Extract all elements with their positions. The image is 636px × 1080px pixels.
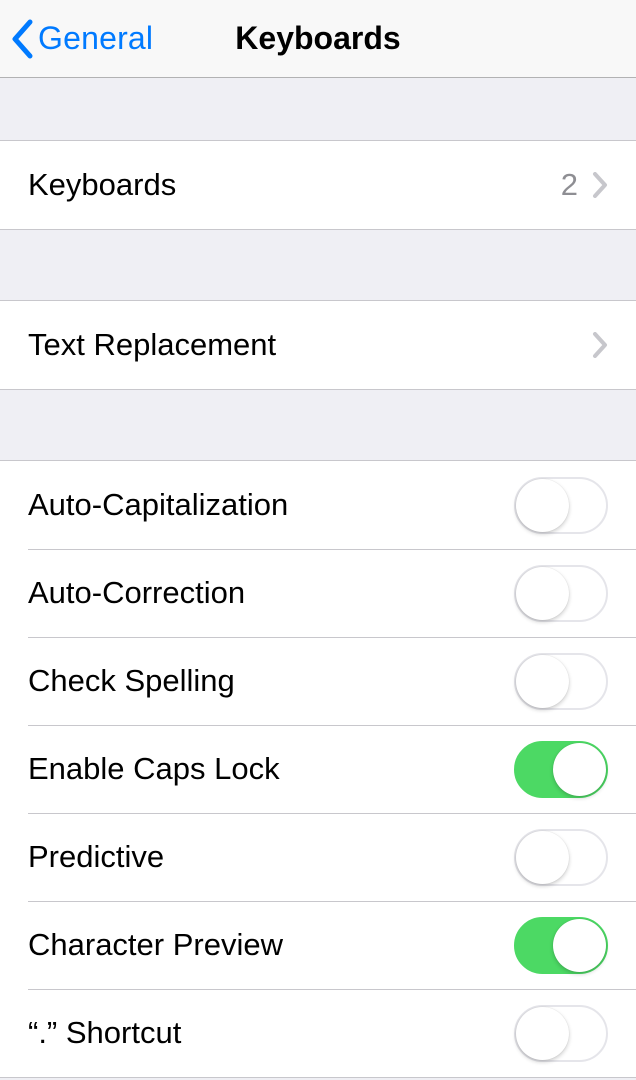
character-preview-switch[interactable] (514, 917, 608, 974)
switch-knob (516, 831, 569, 884)
navbar: General Keyboards (0, 0, 636, 78)
keyboards-count: 2 (561, 167, 578, 203)
switch-knob (553, 919, 606, 972)
enable-caps-lock-row: Enable Caps Lock (0, 725, 636, 813)
character-preview-row: Character Preview (0, 901, 636, 989)
character-preview-label: Character Preview (28, 927, 514, 963)
auto-capitalization-label: Auto-Capitalization (28, 487, 514, 523)
chevron-right-icon (592, 172, 608, 198)
switch-knob (553, 743, 606, 796)
check-spelling-row: Check Spelling (0, 637, 636, 725)
switch-knob (516, 655, 569, 708)
keyboards-group: Keyboards 2 (0, 140, 636, 230)
period-shortcut-row: “.” Shortcut (0, 989, 636, 1077)
check-spelling-switch[interactable] (514, 653, 608, 710)
text-replacement-row[interactable]: Text Replacement (0, 301, 636, 389)
check-spelling-label: Check Spelling (28, 663, 514, 699)
auto-correction-switch[interactable] (514, 565, 608, 622)
predictive-label: Predictive (28, 839, 514, 875)
auto-correction-row: Auto-Correction (0, 549, 636, 637)
keyboards-row[interactable]: Keyboards 2 (0, 141, 636, 229)
auto-correction-label: Auto-Correction (28, 575, 514, 611)
switch-knob (516, 1007, 569, 1060)
predictive-row: Predictive (0, 813, 636, 901)
predictive-switch[interactable] (514, 829, 608, 886)
enable-caps-lock-switch[interactable] (514, 741, 608, 798)
keyboards-label: Keyboards (28, 167, 561, 203)
auto-capitalization-switch[interactable] (514, 477, 608, 534)
auto-capitalization-row: Auto-Capitalization (0, 461, 636, 549)
period-shortcut-switch[interactable] (514, 1005, 608, 1062)
switch-knob (516, 567, 569, 620)
chevron-left-icon (10, 19, 34, 59)
enable-caps-lock-label: Enable Caps Lock (28, 751, 514, 787)
back-button[interactable]: General (0, 19, 153, 59)
period-shortcut-label: “.” Shortcut (28, 1015, 514, 1051)
typing-settings-group: Auto-Capitalization Auto-Correction Chec… (0, 460, 636, 1078)
text-replacement-label: Text Replacement (28, 327, 592, 363)
chevron-right-icon (592, 332, 608, 358)
text-replacement-group: Text Replacement (0, 300, 636, 390)
section-gap (0, 230, 636, 300)
section-gap (0, 78, 636, 140)
back-label: General (38, 20, 153, 57)
section-gap (0, 390, 636, 460)
switch-knob (516, 479, 569, 532)
